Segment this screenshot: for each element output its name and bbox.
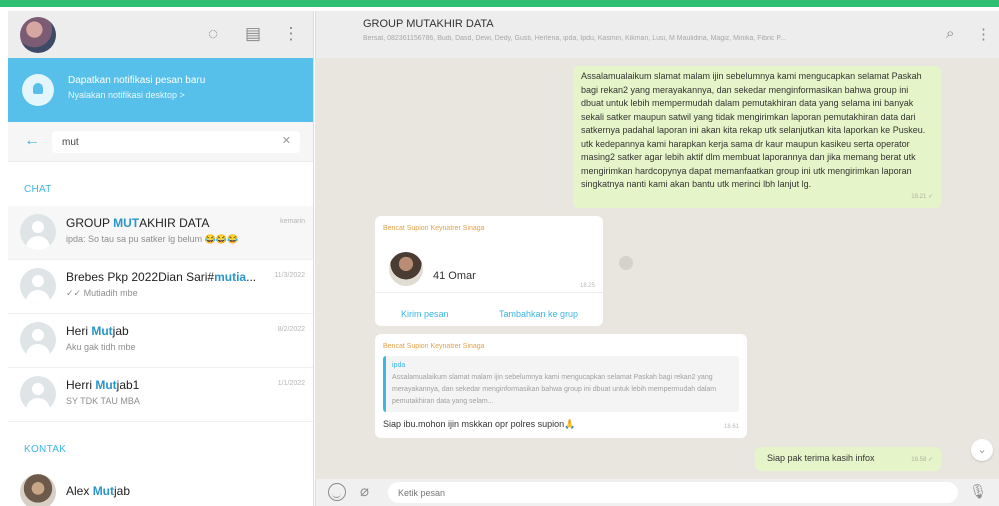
contact-name: Alex Mutjab [66, 484, 131, 498]
chat-preview: SY TDK TAU MBA [66, 396, 140, 406]
contact-item[interactable]: Alex Mutjab [8, 466, 313, 506]
chats-section-label: CHAT [24, 184, 52, 195]
message-reply[interactable]: Bencat Supion Keynatrer Sinaga ipda Assa… [375, 334, 747, 438]
quoted-text: Assalamualaikum slamat malam ijin sebelu… [392, 374, 717, 405]
user-avatar [20, 322, 56, 358]
chat-item[interactable]: Herri Mutjab1 1/1/2022 SY TDK TAU MBA [8, 368, 313, 422]
message-time: 18.21 ✓ [911, 193, 933, 200]
menu-icon[interactable]: ⋮ [280, 23, 302, 45]
chat-preview: ✓✓ Mutiadih mbe [66, 288, 138, 298]
message-outgoing[interactable]: Assalamualaikum slamat malam ijin sebelu… [573, 66, 941, 208]
group-members: Bersat, 082361156786, Budi, Dasd, Dewi, … [363, 35, 786, 42]
chat-time: 1/1/2022 [277, 380, 305, 387]
top-accent-band [0, 0, 999, 7]
chat-time: 8/2/2022 [277, 326, 305, 333]
status-icon[interactable]: ◌ [202, 23, 224, 45]
sidebar-header: ◌ ▤ ⋮ [8, 11, 313, 58]
new-chat-icon[interactable]: ▤ [242, 23, 264, 45]
message-sender: Bencat Supion Keynatrer Sinaga [383, 225, 485, 232]
back-arrow-icon[interactable]: ← [24, 132, 40, 150]
chat-name: Brebes Pkp 2022Dian Sari#mutia... [66, 270, 257, 284]
chat-header[interactable]: GROUP MUTAKHIR DATA Bersat, 082361156786… [315, 11, 999, 58]
chat-item[interactable]: GROUP MUTAKHIR DATA kemarin ipda: So tau… [8, 206, 313, 260]
message-time: 18.61 [723, 423, 739, 430]
forward-icon[interactable] [619, 256, 633, 270]
message-text: Siap pak terima kasih infox [767, 453, 875, 463]
search-input[interactable] [52, 131, 300, 153]
chat-time: kemarin [280, 218, 305, 225]
add-to-group-button[interactable]: Tambahkan ke grup [499, 308, 578, 322]
notification-banner[interactable]: Dapatkan notifikasi pesan baru Nyalakan … [8, 58, 313, 122]
bell-icon [22, 74, 54, 106]
message-outgoing[interactable]: Siap pak terima kasih infox 18.58 ✓ [755, 447, 941, 471]
profile-avatar[interactable] [20, 17, 56, 53]
contacts-section-label: KONTAK [24, 444, 67, 455]
menu-icon[interactable]: ⋮ [976, 25, 991, 43]
quoted-message[interactable]: ipda Assalamualaikum slamat malam ijin s… [383, 356, 739, 412]
user-avatar [20, 376, 56, 412]
send-message-button[interactable]: Kirim pesan [401, 308, 449, 322]
user-avatar [20, 268, 56, 304]
chat-panel: GROUP MUTAKHIR DATA Bersat, 082361156786… [315, 11, 999, 506]
notification-title: Dapatkan notifikasi pesan baru [68, 75, 206, 86]
contact-card-name: 41 Omar [433, 270, 476, 282]
chat-name: Herri Mutjab1 [66, 378, 140, 392]
search-bar: ← ✕ [8, 122, 313, 162]
group-avatar [20, 214, 56, 250]
message-sender: Bencat Supion Keynatrer Sinaga [383, 343, 485, 350]
chat-name: GROUP MUTAKHIR DATA [66, 216, 210, 230]
message-contact-card[interactable]: Bencat Supion Keynatrer Sinaga 41 Omar 1… [375, 216, 603, 326]
message-text: Assalamualaikum slamat malam ijin sebelu… [581, 71, 926, 189]
message-text: Siap ibu.mohon ijin mskkan opr polres su… [383, 419, 576, 429]
message-composer: ⌀ 🎙 [315, 479, 999, 506]
attach-icon[interactable]: ⌀ [360, 482, 369, 500]
chat-preview: ipda: So tau sa pu satker lg belum 😂😂😂 [66, 234, 239, 244]
chat-item[interactable]: Heri Mutjab 8/2/2022 Aku gak tidh mbe [8, 314, 313, 368]
sidebar: ◌ ▤ ⋮ Dapatkan notifikasi pesan baru Nya… [8, 11, 314, 506]
card-divider [375, 292, 603, 293]
clear-search-icon[interactable]: ✕ [282, 134, 291, 147]
chat-title: GROUP MUTAKHIR DATA [363, 18, 494, 30]
chat-preview: Aku gak tidh mbe [66, 342, 136, 352]
chat-item[interactable]: Brebes Pkp 2022Dian Sari#mutia... 11/3/2… [8, 260, 313, 314]
chat-time: 11/3/2022 [274, 272, 305, 279]
chat-name: Heri Mutjab [66, 324, 129, 338]
message-input[interactable] [388, 482, 958, 503]
contact-photo [389, 252, 423, 286]
microphone-icon[interactable]: 🎙 [969, 483, 987, 500]
quoted-sender: ipda [392, 362, 406, 369]
emoji-icon[interactable] [328, 483, 346, 501]
message-time: 18.58 ✓ [911, 456, 933, 463]
search-icon[interactable]: ⌕ [946, 25, 954, 42]
notification-link[interactable]: Nyalakan notifikasi desktop > [68, 90, 185, 100]
scroll-down-button[interactable]: ⌄ [971, 439, 993, 461]
contact-avatar [20, 474, 56, 506]
